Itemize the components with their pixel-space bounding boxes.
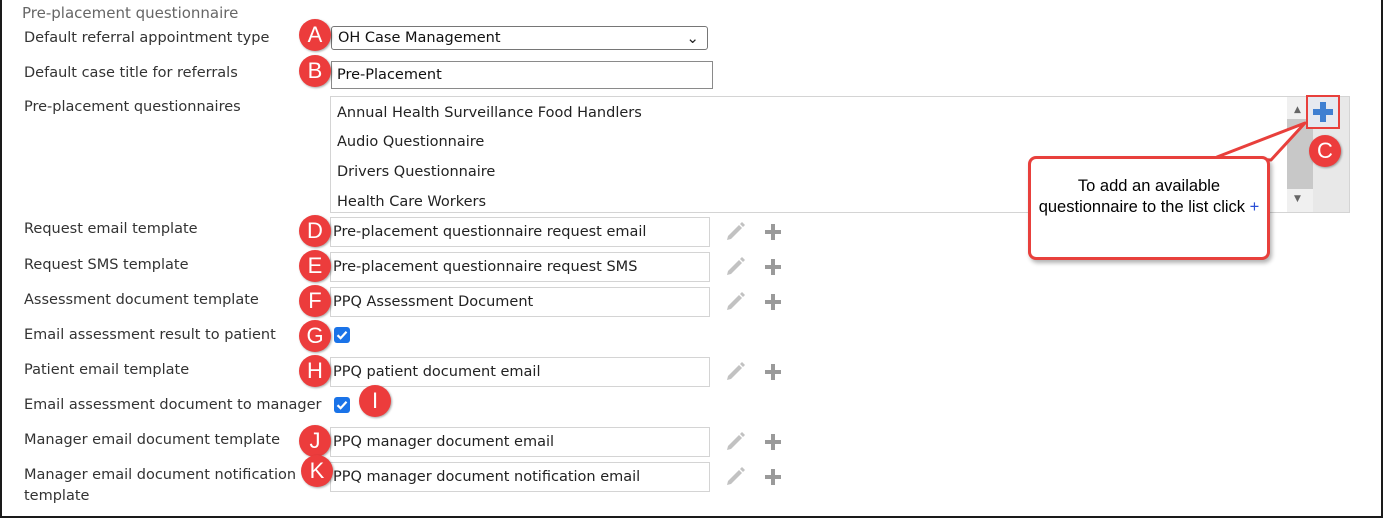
callout-box: To add an available questionnaire to the… bbox=[1028, 156, 1270, 260]
referral-type-value: OH Case Management bbox=[338, 30, 501, 46]
checkmark-icon bbox=[336, 401, 348, 410]
email-result-patient-checkbox[interactable] bbox=[334, 327, 350, 343]
callout-plus-icon: + bbox=[1249, 198, 1260, 216]
assessment-doc-field[interactable]: PPQ Assessment Document bbox=[330, 287, 710, 317]
plus-icon[interactable] bbox=[764, 468, 782, 486]
list-item[interactable]: Drivers Questionnaire bbox=[337, 164, 495, 180]
label-manager-notify: Manager email document notification temp… bbox=[24, 467, 297, 504]
plus-icon[interactable] bbox=[764, 258, 782, 276]
label-referral-type: Default referral appointment type bbox=[24, 30, 270, 46]
marker-f: F bbox=[299, 285, 331, 317]
marker-h: H bbox=[299, 355, 331, 387]
label-email-result-patient: Email assessment result to patient bbox=[24, 327, 276, 343]
label-case-title: Default case title for referrals bbox=[24, 65, 238, 81]
case-title-input[interactable]: Pre-Placement bbox=[331, 61, 713, 89]
plus-icon[interactable] bbox=[764, 293, 782, 311]
marker-a: A bbox=[299, 19, 331, 51]
manager-notify-field[interactable]: PPQ manager document notification email bbox=[330, 462, 710, 492]
list-item[interactable]: Health Care Workers bbox=[337, 194, 486, 210]
email-doc-manager-checkbox[interactable] bbox=[334, 397, 350, 413]
pencil-icon[interactable] bbox=[724, 220, 746, 242]
label-questionnaires: Pre-placement questionnaires bbox=[24, 99, 241, 115]
marker-k: K bbox=[301, 455, 333, 487]
marker-i: I bbox=[359, 385, 391, 417]
pencil-icon[interactable] bbox=[724, 465, 746, 487]
label-request-sms: Request SMS template bbox=[24, 257, 189, 273]
marker-c: C bbox=[1309, 135, 1341, 167]
pencil-icon[interactable] bbox=[724, 360, 746, 382]
marker-d: D bbox=[299, 215, 331, 247]
label-request-email: Request email template bbox=[24, 221, 198, 237]
pencil-icon[interactable] bbox=[724, 290, 746, 312]
chevron-down-icon: ⌄ bbox=[686, 29, 699, 47]
referral-type-select[interactable]: OH Case Management ⌄ bbox=[331, 26, 708, 50]
list-item[interactable]: Audio Questionnaire bbox=[337, 134, 484, 150]
scroll-down-icon[interactable]: ▼ bbox=[1294, 194, 1301, 204]
request-email-field[interactable]: Pre-placement questionnaire request emai… bbox=[330, 217, 710, 247]
label-manager-email-doc: Manager email document template bbox=[24, 432, 280, 448]
request-sms-field[interactable]: Pre-placement questionnaire request SMS bbox=[330, 252, 710, 282]
section-title: Pre-placement questionnaire bbox=[22, 4, 239, 22]
label-patient-email: Patient email template bbox=[24, 362, 190, 378]
callout-text: To add an available questionnaire to the… bbox=[1038, 177, 1246, 216]
marker-g: G bbox=[299, 320, 331, 352]
label-email-doc-manager: Email assessment document to manager bbox=[24, 397, 322, 413]
pencil-icon[interactable] bbox=[724, 430, 746, 452]
marker-b: B bbox=[299, 55, 331, 87]
marker-e: E bbox=[299, 250, 331, 282]
plus-icon[interactable] bbox=[764, 433, 782, 451]
plus-icon[interactable] bbox=[764, 363, 782, 381]
manager-email-doc-field[interactable]: PPQ manager document email bbox=[330, 427, 710, 457]
list-item[interactable]: Annual Health Surveillance Food Handlers bbox=[337, 105, 642, 121]
marker-j: J bbox=[299, 425, 331, 457]
label-assessment-doc: Assessment document template bbox=[24, 292, 259, 308]
patient-email-field[interactable]: PPQ patient document email bbox=[330, 357, 710, 387]
checkmark-icon bbox=[336, 331, 348, 340]
pencil-icon[interactable] bbox=[724, 255, 746, 277]
plus-icon[interactable] bbox=[764, 223, 782, 241]
